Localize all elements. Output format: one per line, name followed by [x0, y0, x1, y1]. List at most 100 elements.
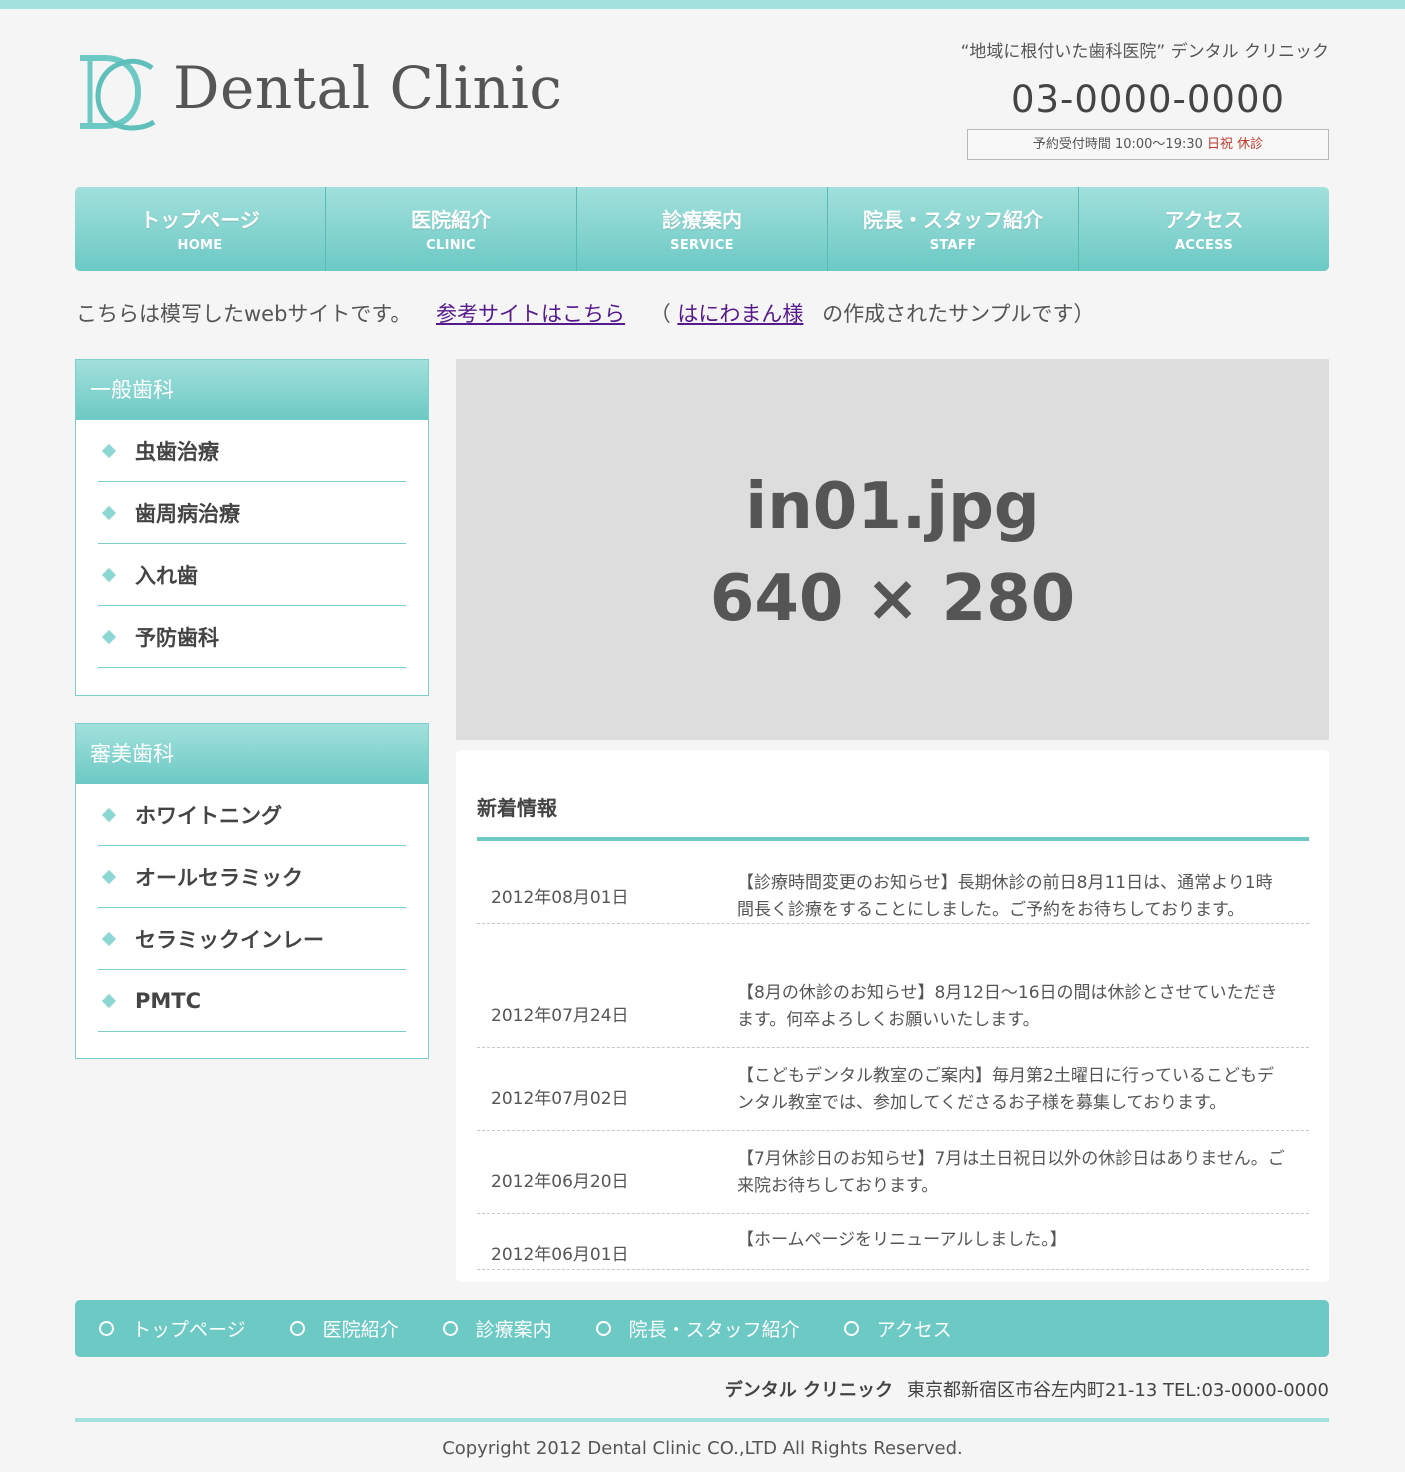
news-item[interactable]: 2012年06月20日 【7月休診日のお知らせ】7月は土日祝日以外の休診日はあり…	[477, 1131, 1309, 1214]
sidebar-item-label: 入れ歯	[135, 563, 198, 588]
reference-site-link[interactable]: 参考サイトはこちら	[436, 302, 625, 326]
diamond-bullet-icon	[101, 931, 117, 946]
author-link[interactable]: はにわまん様	[677, 302, 803, 326]
sidebar-item-label: ホワイトニング	[135, 803, 282, 828]
nav-item-staff[interactable]: 院長・スタッフ紹介 STAFF	[827, 187, 1078, 271]
footer-clinic-name: デンタル クリニック	[724, 1380, 893, 1401]
nav-label: 院長・スタッフ紹介	[863, 208, 1043, 232]
news-date: 2012年06月01日	[491, 1245, 629, 1265]
top-accent-bar	[0, 0, 1405, 9]
sidebar-menu: ホワイトニング オールセラミック セラミックインレー PMTC	[76, 784, 428, 1032]
footer-rule	[75, 1418, 1329, 1422]
news-text: 【7月休診日のお知らせ】7月は土日祝日以外の休診日はありません。ご来院お待ちして…	[737, 1149, 1285, 1196]
notice-text: こちらは模写したwebサイトです。	[76, 302, 412, 326]
news-item[interactable]: 2012年08月01日 【診療時間変更のお知らせ】長期休診の前日8月11日は、通…	[477, 841, 1309, 924]
diamond-bullet-icon	[101, 629, 117, 644]
footer-nav-clinic[interactable]: 医院紹介	[289, 1315, 399, 1342]
nav-label: アクセス	[1164, 208, 1244, 232]
logo-text: Dental Clinic	[173, 54, 563, 122]
nav-item-access[interactable]: アクセス ACCESS	[1078, 187, 1329, 271]
sidebar-item-whitening[interactable]: ホワイトニング	[98, 784, 406, 846]
news-heading: 新着情報	[477, 796, 557, 820]
site-logo[interactable]: Dental Clinic	[76, 52, 562, 136]
diamond-bullet-icon	[101, 567, 117, 582]
footer-nav-label: アクセス	[876, 1319, 952, 1341]
sample-notice: こちらは模写したwebサイトです。 参考サイトはこちら （ はにわまん様 の作成…	[76, 298, 1094, 328]
nav-sublabel: STAFF	[929, 238, 977, 253]
news-section: 新着情報 2012年08月01日 【診療時間変更のお知らせ】長期休診の前日8月1…	[456, 750, 1329, 1282]
sidebar-item-ceramic-inlay[interactable]: セラミックインレー	[98, 908, 406, 970]
circle-bullet-icon	[843, 1321, 859, 1336]
nav-sublabel: SERVICE	[670, 238, 734, 253]
news-list: 2012年08月01日 【診療時間変更のお知らせ】長期休診の前日8月11日は、通…	[477, 841, 1309, 1270]
diamond-bullet-icon	[101, 505, 117, 520]
main-image-placeholder: in01.jpg 640 × 280	[456, 359, 1329, 740]
nav-sublabel: ACCESS	[1175, 238, 1233, 253]
tagline: “地域に根付いた歯科医院” デンタル クリニック	[960, 42, 1329, 62]
phone-number: 03-0000-0000	[1010, 78, 1286, 121]
sidebar-item-label: PMTC	[135, 988, 202, 1013]
nav-item-home[interactable]: トップページ HOME	[75, 187, 325, 271]
diamond-bullet-icon	[101, 443, 117, 458]
sidebar-item-label: 歯周病治療	[135, 501, 240, 526]
news-text: 【ホームページをリニューアルしました。】	[737, 1230, 1067, 1250]
footer-nav-home[interactable]: トップページ	[99, 1315, 246, 1342]
news-item[interactable]: 2012年07月02日 【こどもデンタル教室のご案内】毎月第2土曜日に行っている…	[477, 1048, 1309, 1131]
news-date: 2012年07月02日	[491, 1089, 629, 1109]
sidebar-general-dentistry: 一般歯科 虫歯治療 歯周病治療 入れ歯 予防歯科	[75, 359, 429, 696]
sidebar-heading: 審美歯科	[76, 724, 428, 784]
hours-closed-text: 日祝 休診	[1207, 137, 1264, 152]
nav-label: トップページ	[140, 208, 260, 232]
footer-nav-label: トップページ	[132, 1319, 246, 1341]
footer-nav: トップページ 医院紹介 診療案内 院長・スタッフ紹介 アクセス	[75, 1300, 1329, 1357]
sidebar-item-label: 虫歯治療	[135, 439, 219, 464]
news-text: 【こどもデンタル教室のご案内】毎月第2土曜日に行っているこどもデンタル教室では、…	[737, 1066, 1274, 1113]
sidebar-heading: 一般歯科	[76, 360, 428, 420]
sidebar-item-label: オールセラミック	[135, 865, 303, 890]
placeholder-dimensions: 640 × 280	[709, 561, 1076, 636]
footer-address: デンタル クリニック 東京都新宿区市谷左内町21-13 TEL:03-0000-0…	[725, 1376, 1329, 1402]
diamond-bullet-icon	[101, 869, 117, 884]
news-date: 2012年07月24日	[491, 1006, 629, 1026]
news-text: 【8月の休診のお知らせ】8月12日～16日の間は休診とさせていただきます。何卒よ…	[737, 983, 1278, 1030]
footer-nav-service[interactable]: 診療案内	[442, 1315, 552, 1342]
footer-nav-label: 院長・スタッフ紹介	[628, 1319, 800, 1341]
sidebar-item-dentures[interactable]: 入れ歯	[98, 544, 406, 606]
sidebar-menu: 虫歯治療 歯周病治療 入れ歯 予防歯科	[76, 420, 428, 668]
notice-paren: （	[649, 302, 671, 326]
nav-sublabel: CLINIC	[426, 238, 476, 253]
news-item[interactable]: 2012年07月24日 【8月の休診のお知らせ】8月12日～16日の間は休診とさ…	[477, 965, 1309, 1048]
sidebar-item-pmtc[interactable]: PMTC	[98, 970, 406, 1032]
global-nav: トップページ HOME 医院紹介 CLINIC 診療案内 SERVICE 院長・…	[75, 187, 1329, 271]
circle-bullet-icon	[99, 1321, 114, 1336]
sidebar-cosmetic-dentistry: 審美歯科 ホワイトニング オールセラミック セラミックインレー PMTC	[75, 723, 429, 1059]
sidebar-item-periodontal[interactable]: 歯周病治療	[98, 482, 406, 544]
sidebar-item-label: 予防歯科	[135, 625, 219, 650]
footer-nav-label: 診療案内	[475, 1319, 552, 1341]
nav-label: 医院紹介	[411, 208, 491, 232]
circle-bullet-icon	[442, 1321, 458, 1336]
reservation-hours: 予約受付時間 10:00～19:30 日祝 休診	[967, 129, 1329, 160]
sidebar-item-cavity[interactable]: 虫歯治療	[98, 420, 406, 482]
sidebar-item-label: セラミックインレー	[135, 927, 324, 952]
footer-nav-access[interactable]: アクセス	[843, 1315, 952, 1342]
copyright: Copyright 2012 Dental Clinic CO.,LTD All…	[442, 1438, 963, 1459]
footer-address-text: 東京都新宿区市谷左内町21-13 TEL:03-0000-0000	[907, 1380, 1329, 1401]
nav-item-clinic[interactable]: 医院紹介 CLINIC	[325, 187, 576, 271]
nav-item-service[interactable]: 診療案内 SERVICE	[576, 187, 827, 271]
circle-bullet-icon	[289, 1321, 305, 1336]
notice-suffix: の作成されたサンプルです）	[822, 302, 1095, 326]
news-date: 2012年08月01日	[491, 888, 629, 908]
placeholder-filename: in01.jpg	[745, 469, 1040, 544]
sidebar-item-all-ceramic[interactable]: オールセラミック	[98, 846, 406, 908]
diamond-bullet-icon	[101, 993, 117, 1008]
diamond-bullet-icon	[101, 807, 117, 822]
nav-label: 診療案内	[662, 208, 742, 232]
sidebar-item-preventive[interactable]: 予防歯科	[98, 606, 406, 668]
news-item[interactable]: 2012年06月01日 【ホームページをリニューアルしました。】	[477, 1214, 1309, 1270]
footer-nav-label: 医院紹介	[322, 1319, 399, 1341]
hours-text: 予約受付時間 10:00～19:30	[1032, 137, 1208, 152]
dc-logo-mark-icon	[80, 55, 156, 131]
circle-bullet-icon	[595, 1321, 611, 1336]
footer-nav-staff[interactable]: 院長・スタッフ紹介	[595, 1315, 800, 1342]
